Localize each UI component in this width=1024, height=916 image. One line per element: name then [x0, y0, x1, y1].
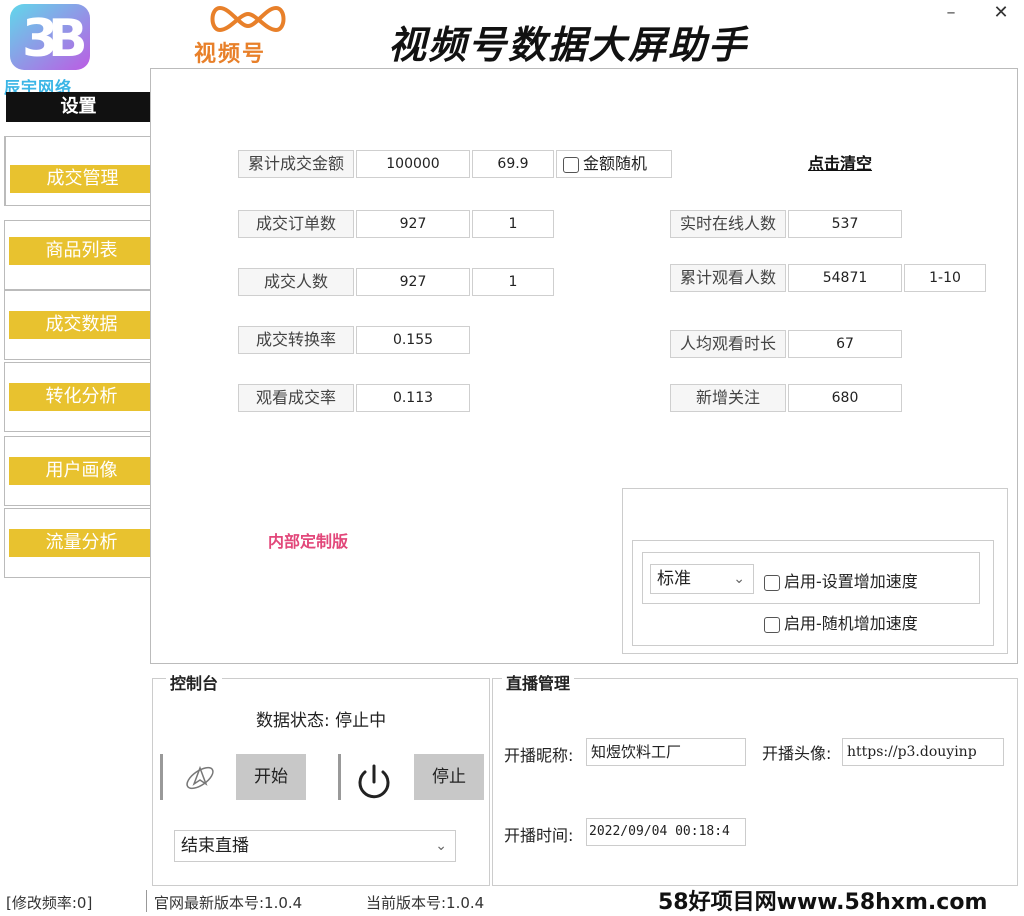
total-amount-label: 累计成交金额: [238, 150, 354, 178]
enable-set-speed-checkbox[interactable]: 启用-设置增加速度: [764, 568, 918, 592]
sidebar-item-deal-management[interactable]: 成交管理: [4, 136, 155, 206]
sidebar-item-label[interactable]: 成交管理: [10, 165, 155, 193]
new-followers-label: 新增关注: [670, 384, 786, 412]
enable-set-speed-label: 启用-设置增加速度: [784, 572, 918, 591]
end-live-select[interactable]: 结束直播 ⌄: [174, 830, 456, 862]
data-status: 数据状态: 停止中: [256, 706, 386, 731]
random-amount-checkbox[interactable]: 金额随机: [556, 150, 672, 178]
divider: [338, 754, 341, 800]
orders-label: 成交订单数: [238, 210, 354, 238]
avatar-label: 开播头像:: [762, 744, 832, 763]
sidebar-item-label[interactable]: 商品列表: [9, 237, 154, 265]
conversion-rate-label: 成交转换率: [238, 326, 354, 354]
start-time-input[interactable]: 2022/09/04 00:18:4: [586, 818, 746, 846]
chevron-down-icon: ⌄: [435, 838, 447, 854]
total-amount-input[interactable]: 100000: [356, 150, 470, 178]
enable-random-speed-checkbox[interactable]: 启用-随机增加速度: [764, 610, 918, 634]
unit-price-input[interactable]: 69.9: [472, 150, 554, 178]
avg-watch-time-input[interactable]: 67: [788, 330, 902, 358]
buyers-step-input[interactable]: 1: [472, 268, 554, 296]
svg-text:B: B: [48, 9, 88, 69]
data-status-label: 数据状态:: [256, 711, 330, 731]
avatar-url-input[interactable]: https://p3.douyinp: [842, 738, 1004, 766]
conversion-rate-input[interactable]: 0.155: [356, 326, 470, 354]
start-button[interactable]: 开始: [236, 754, 306, 800]
sidebar-item-conversion-analysis[interactable]: 转化分析: [4, 362, 154, 432]
random-amount-label: 金额随机: [583, 154, 648, 173]
frequency-status: [修改频率:0]: [6, 894, 93, 912]
divider: [160, 754, 163, 800]
sidebar-item-deal-data[interactable]: 成交数据: [4, 290, 154, 360]
custom-version-text: 内部定制版: [268, 532, 349, 551]
nickname-label: 开播昵称:: [504, 746, 574, 765]
sidebar-item-user-profile[interactable]: 用户画像: [4, 436, 154, 506]
start-time-label: 开播时间:: [504, 826, 574, 845]
sidebar-item-product-list[interactable]: 商品列表: [4, 220, 154, 290]
sidebar-item-label[interactable]: 用户画像: [9, 457, 154, 485]
buyers-label: 成交人数: [238, 268, 354, 296]
checkbox-icon[interactable]: [764, 574, 780, 591]
viewers-range-input[interactable]: 1-10: [904, 264, 986, 292]
orders-step-input[interactable]: 1: [472, 210, 554, 238]
latest-version: 官网最新版本号:1.0.4: [154, 894, 303, 912]
rocket-icon: [186, 765, 214, 790]
sidebar-item-label[interactable]: 流量分析: [9, 529, 154, 557]
watch-conversion-label: 观看成交率: [238, 384, 354, 412]
enable-random-speed-label: 启用-随机增加速度: [784, 614, 918, 633]
close-button[interactable]: ✕: [988, 2, 1014, 24]
speed-mode-value: 标准: [657, 569, 691, 589]
stop-button[interactable]: 停止: [414, 754, 484, 800]
divider: [146, 890, 147, 912]
checkbox-icon[interactable]: [764, 616, 780, 633]
watch-conversion-input[interactable]: 0.113: [356, 384, 470, 412]
buyers-input[interactable]: 927: [356, 268, 470, 296]
sidebar-item-traffic-analysis[interactable]: 流量分析: [4, 508, 154, 578]
speed-mode-select[interactable]: 标准 ⌄: [650, 564, 754, 594]
power-icon: [358, 764, 390, 799]
data-status-value: 停止中: [335, 711, 387, 731]
new-followers-input[interactable]: 680: [788, 384, 902, 412]
total-viewers-label: 累计观看人数: [670, 264, 786, 292]
end-live-value: 结束直播: [181, 836, 249, 856]
online-users-label: 实时在线人数: [670, 210, 786, 238]
sidebar-settings-header: 设置: [6, 92, 151, 122]
sidebar-item-label[interactable]: 转化分析: [9, 383, 154, 411]
channels-logo-text: 视频号: [194, 42, 267, 67]
watermark-text: 58好项目网www.58hxm.com: [658, 890, 988, 915]
orders-input[interactable]: 927: [356, 210, 470, 238]
minimize-button[interactable]: –: [938, 2, 964, 24]
app-title: 视频号数据大屏助手: [388, 23, 749, 67]
checkbox-icon[interactable]: [563, 156, 579, 173]
current-version: 当前版本号:1.0.4: [366, 894, 485, 912]
chevron-down-icon: ⌄: [733, 571, 745, 587]
sidebar-item-label[interactable]: 成交数据: [9, 311, 154, 339]
live-management-title: 直播管理: [502, 670, 575, 694]
console-title: 控制台: [166, 670, 223, 694]
live-management-group: [492, 678, 1018, 886]
avg-watch-time-label: 人均观看时长: [670, 330, 786, 358]
total-viewers-input[interactable]: 54871: [788, 264, 902, 292]
online-users-input[interactable]: 537: [788, 210, 902, 238]
clear-link[interactable]: 点击清空: [808, 150, 872, 174]
nickname-input[interactable]: 知煜饮料工厂: [586, 738, 746, 766]
